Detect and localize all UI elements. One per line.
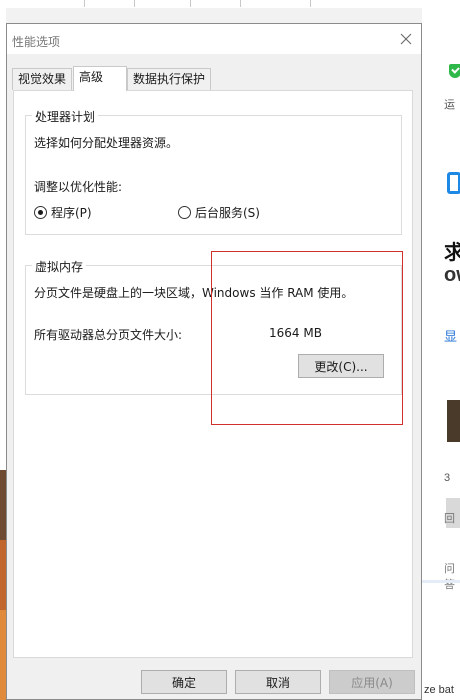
virtual-memory-legend: 虚拟内存: [32, 258, 87, 275]
radio-circle: [34, 206, 47, 219]
tab-advanced[interactable]: 高级: [73, 66, 127, 91]
background-browser-window: 运 求 ow 显 3 回 问答: [422, 0, 460, 700]
processor-scheduling-legend: 处理器计划: [32, 108, 99, 125]
shield-check-icon: [449, 64, 460, 78]
total-paging-file-label: 所有驱动器总分页文件大小:: [34, 328, 183, 342]
tab-visual-effects[interactable]: 视觉效果: [12, 68, 72, 90]
adjust-for-label: 调整以优化性能:: [34, 180, 123, 194]
change-button[interactable]: 更改(C)...: [298, 354, 384, 378]
paging-file-description: 分页文件是硬盘上的一块区域，Windows 当作 RAM 使用。: [34, 286, 354, 300]
background-services-radio[interactable]: 后台服务(S): [178, 204, 260, 221]
processor-scheduling-group: 处理器计划 选择如何分配处理器资源。 调整以优化性能: 程序(P) 后台服务(S…: [25, 108, 402, 235]
background-divider: [422, 580, 460, 583]
background-text-fragment: 回: [444, 513, 455, 525]
background-text-fragment: 3: [444, 472, 451, 484]
radio-circle: [178, 206, 191, 219]
tab-data-execution-prevention[interactable]: 数据执行保护: [127, 68, 211, 90]
background-text-fragment: ow: [444, 264, 460, 286]
background-text-fragment: 求: [444, 242, 460, 264]
background-window-top: [0, 0, 460, 8]
background-thumbnail: [447, 400, 460, 442]
background-text-fragment: 问答: [444, 563, 455, 591]
total-paging-file-value: 1664 MB: [269, 326, 322, 340]
programs-radio-label: 程序(P): [51, 206, 92, 220]
background-text-fragment: 运: [444, 99, 455, 111]
close-icon: [400, 33, 412, 45]
apply-button[interactable]: 应用(A): [329, 670, 415, 694]
background-link-fragment[interactable]: 显: [444, 326, 457, 345]
programs-radio[interactable]: 程序(P): [34, 204, 92, 221]
background-services-radio-label: 后台服务(S): [195, 206, 260, 220]
virtual-memory-group: 虚拟内存 分页文件是硬盘上的一块区域，Windows 当作 RAM 使用。 所有…: [25, 258, 402, 395]
dialog-titlebar[interactable]: 性能选项: [7, 24, 421, 54]
advanced-tab-panel: 处理器计划 选择如何分配处理器资源。 调整以优化性能: 程序(P) 后台服务(S…: [13, 90, 413, 658]
background-taskbar-text: ze bat: [424, 684, 454, 696]
performance-options-dialog: 性能选项 视觉效果 高级 数据执行保护 处理器计划 选择如何分配处理器资源。 调…: [6, 23, 422, 700]
close-button[interactable]: [391, 24, 421, 54]
ok-button[interactable]: 确定: [141, 670, 227, 694]
dialog-title: 性能选项: [12, 35, 61, 49]
processor-description: 选择如何分配处理器资源。: [34, 136, 179, 150]
cancel-button[interactable]: 取消: [235, 670, 321, 694]
phone-icon: [447, 172, 460, 194]
